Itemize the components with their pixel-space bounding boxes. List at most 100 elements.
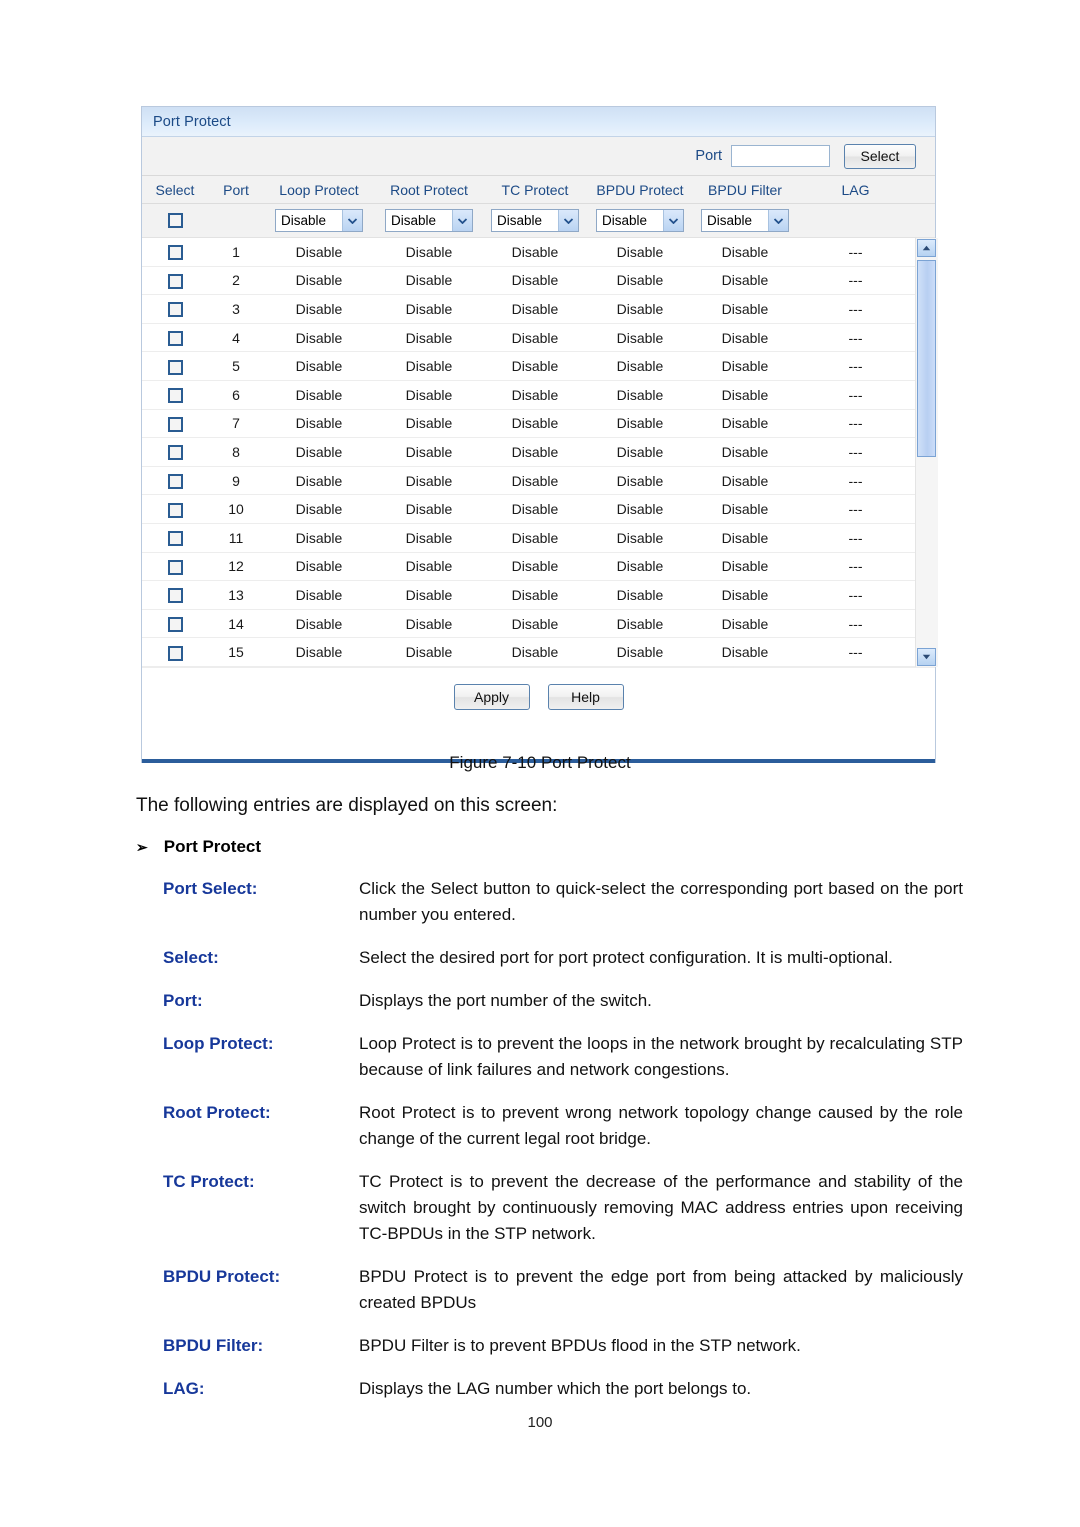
panel-title: Port Protect <box>153 113 231 130</box>
bpdu-filter-value: Disable <box>721 415 769 432</box>
row-checkbox[interactable] <box>167 273 183 289</box>
row-checkbox[interactable] <box>167 588 183 604</box>
table-row: 11 Disable Disable Disable Disable Disable --- <box>142 523 915 553</box>
table-row: 12 Disable Disable Disable Disable Disable --- <box>142 552 915 582</box>
definition-term: LAG: <box>163 1379 205 1398</box>
table-row: 3 Disable Disable Disable Disable Disable --- <box>142 295 915 324</box>
definition-item: Port: Displays the port number of the swi… <box>163 988 963 1014</box>
row-checkbox[interactable] <box>167 388 183 404</box>
row-checkbox[interactable] <box>167 559 183 575</box>
row-checkbox[interactable] <box>167 302 183 318</box>
bpdu-protect-value: Disable <box>616 615 664 632</box>
loop-protect-value: Disable <box>295 329 343 346</box>
chevron-down-icon <box>342 210 362 231</box>
root-protect-value: Disable <box>405 415 453 432</box>
column-header-bpdu-protect: BPDU Protect <box>596 181 684 198</box>
definition-term: Select: <box>163 948 219 967</box>
row-select-cell <box>142 558 208 575</box>
definition-item: Select: Select the desired port for port … <box>163 945 963 971</box>
row-checkbox[interactable] <box>167 502 183 518</box>
bpdu-protect-value: Disable <box>616 529 664 546</box>
bpdu-protect-dropdown[interactable]: Disable <box>596 209 684 232</box>
definition-item: BPDU Filter: BPDU Filter is to prevent BP… <box>163 1333 963 1359</box>
section-heading-label: Port Protect <box>163 837 262 856</box>
loop-protect-value: Disable <box>295 272 343 289</box>
row-select-cell <box>142 501 208 518</box>
row-checkbox[interactable] <box>167 616 183 632</box>
port-protect-panel: Port Protect Port Select Select Port Loo… <box>141 106 938 763</box>
root-protect-value: Disable <box>405 529 453 546</box>
root-protect-value: Disable <box>405 586 453 603</box>
bpdu-protect-dropdown-value: Disable <box>602 213 648 228</box>
lag-value: --- <box>848 415 863 432</box>
definition-description: Click the Select button to quick-select … <box>359 879 963 924</box>
tc-protect-dropdown[interactable]: Disable <box>491 209 579 232</box>
bulk-select-checkbox-cell <box>142 212 208 230</box>
column-header-bpdu-filter: BPDU Filter <box>708 181 782 198</box>
root-protect-value: Disable <box>405 644 453 661</box>
port-table-header-row: Select Port Loop Protect Root Protect TC… <box>142 176 935 204</box>
row-checkbox[interactable] <box>167 531 183 547</box>
bpdu-filter-value: Disable <box>721 358 769 375</box>
root-protect-value: Disable <box>405 358 453 375</box>
help-button[interactable]: Help <box>547 683 624 710</box>
chevron-down-icon <box>558 210 578 231</box>
port-number: 15 <box>228 644 244 661</box>
row-select-cell <box>142 587 208 604</box>
lag-value: --- <box>848 443 863 460</box>
lag-value: --- <box>848 300 863 317</box>
root-protect-dropdown[interactable]: Disable <box>385 209 473 232</box>
bpdu-filter-value: Disable <box>721 272 769 289</box>
bpdu-filter-value: Disable <box>721 529 769 546</box>
definition-item: Loop Protect: Loop Protect is to prevent … <box>163 1031 963 1083</box>
bpdu-protect-value: Disable <box>616 472 664 489</box>
row-select-cell <box>142 243 208 261</box>
apply-button[interactable]: Apply <box>453 683 530 710</box>
definition-description: Loop Protect is to prevent the loops in … <box>359 1034 963 1079</box>
row-checkbox[interactable] <box>167 416 183 432</box>
port-number: 7 <box>232 415 240 432</box>
loop-protect-dropdown[interactable]: Disable <box>275 209 363 232</box>
definition-item: LAG: Displays the LAG number which the po… <box>163 1376 963 1402</box>
bpdu-filter-value: Disable <box>721 443 769 460</box>
loop-protect-value: Disable <box>295 300 343 317</box>
loop-protect-dropdown-value: Disable <box>281 213 327 228</box>
scroll-down-arrow-icon[interactable] <box>917 647 936 666</box>
chevron-down-icon <box>663 210 683 231</box>
definition-description: BPDU Filter is to prevent BPDUs flood in… <box>359 1336 801 1355</box>
bpdu-filter-value: Disable <box>721 243 769 260</box>
bpdu-protect-value: Disable <box>616 415 664 432</box>
select-all-checkbox[interactable] <box>167 212 183 228</box>
table-row: 8 Disable Disable Disable Disable Disable --- <box>142 438 915 467</box>
chevron-down-icon <box>452 210 472 231</box>
row-checkbox[interactable] <box>167 359 183 375</box>
row-checkbox[interactable] <box>167 330 183 346</box>
tc-protect-value: Disable <box>511 472 559 489</box>
root-protect-value: Disable <box>405 272 453 289</box>
table-row: 5 Disable Disable Disable Disable Disable --- <box>142 352 915 381</box>
port-select-button[interactable]: Select <box>844 143 916 169</box>
row-select-cell <box>142 329 208 346</box>
bpdu-filter-dropdown[interactable]: Disable <box>701 209 789 232</box>
row-select-cell <box>142 415 208 432</box>
row-checkbox[interactable] <box>167 445 183 461</box>
definition-description: Root Protect is to prevent wrong network… <box>359 1103 963 1148</box>
port-table-body-wrapper: 1 Disable Disable Disable Disable Disable --- 2… <box>142 238 938 667</box>
tc-protect-value: Disable <box>511 358 559 375</box>
definition-item: BPDU Protect: BPDU Protect is to prevent … <box>163 1264 963 1316</box>
bpdu-protect-value: Disable <box>616 443 664 460</box>
row-select-cell <box>142 472 208 489</box>
row-checkbox[interactable] <box>167 645 183 661</box>
port-search-input[interactable] <box>731 145 830 167</box>
lag-value: --- <box>848 615 863 632</box>
row-checkbox[interactable] <box>167 473 183 489</box>
row-checkbox[interactable] <box>167 245 183 261</box>
tc-protect-value: Disable <box>511 615 559 632</box>
table-scrollbar[interactable] <box>915 238 938 667</box>
scroll-up-arrow-icon[interactable] <box>917 239 936 257</box>
port-number: 13 <box>228 586 244 603</box>
scrollbar-thumb[interactable] <box>917 260 936 457</box>
table-row: 7 Disable Disable Disable Disable Disable --- <box>142 409 915 439</box>
bpdu-protect-value: Disable <box>616 644 664 661</box>
table-row: 10 Disable Disable Disable Disable Disable --- <box>142 495 915 524</box>
